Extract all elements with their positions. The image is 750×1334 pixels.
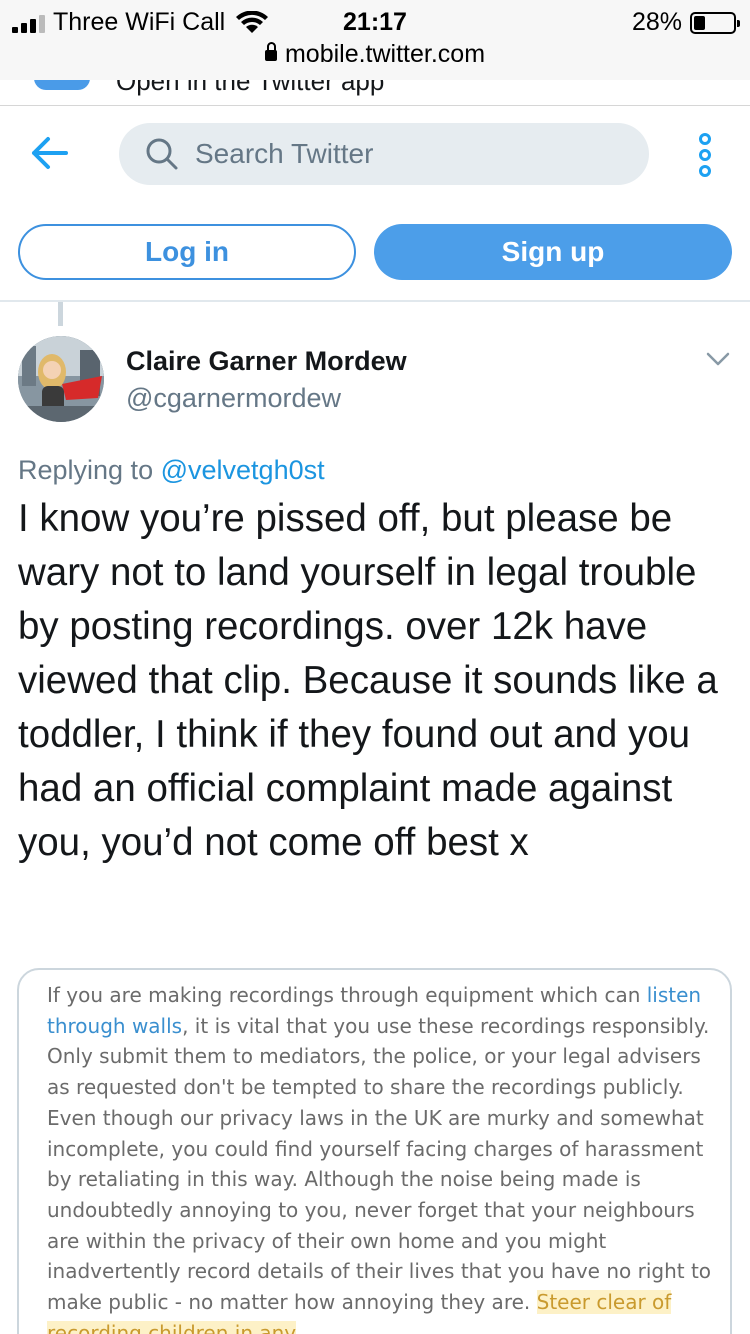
- banner-open-button[interactable]: [34, 80, 90, 90]
- media-body: , it is vital that you use these recordi…: [47, 1013, 712, 1315]
- login-button[interactable]: Log in: [18, 224, 356, 280]
- url-text: mobile.twitter.com: [284, 40, 486, 68]
- avatar-image: [18, 336, 104, 422]
- search-input[interactable]: [195, 138, 595, 170]
- replying-to-link[interactable]: @velvetgh0st: [161, 455, 325, 485]
- tweet-text: I know you’re pissed off, but please be …: [18, 497, 718, 864]
- back-arrow-icon[interactable]: [30, 136, 70, 170]
- media-text: If you are making recordings through equ…: [47, 980, 717, 1334]
- thread-connector: [58, 302, 63, 326]
- signup-button[interactable]: Sign up: [374, 224, 732, 280]
- banner-text: Open in the Twitter app: [116, 80, 385, 96]
- header-divider: [0, 300, 750, 302]
- more-options-icon[interactable]: [694, 133, 716, 177]
- search-icon: [146, 138, 178, 170]
- avatar[interactable]: [18, 336, 104, 422]
- author-handle[interactable]: @cgarnermordew: [126, 383, 341, 414]
- lock-icon: [264, 42, 277, 61]
- replying-to: Replying to @velvetgh0st: [18, 455, 325, 486]
- author-name[interactable]: Claire Garner Mordew: [126, 346, 407, 377]
- search-bar[interactable]: [119, 123, 649, 185]
- battery-level: [694, 15, 705, 30]
- app-banner[interactable]: Open in the Twitter app: [0, 80, 750, 106]
- url-bar[interactable]: mobile.twitter.com: [0, 40, 750, 69]
- status-right: 28%: [631, 8, 740, 37]
- status-bar: Three WiFi Call 21:17 28% mobile.twitter…: [0, 0, 750, 80]
- media-intro: If you are making recordings through equ…: [47, 983, 641, 1007]
- battery-percent: 28%: [631, 8, 682, 36]
- replying-prefix: Replying to: [18, 455, 154, 485]
- battery-icon: [690, 11, 740, 34]
- tweet-media[interactable]: If you are making recordings through equ…: [17, 968, 732, 1334]
- chevron-down-icon[interactable]: [706, 350, 730, 368]
